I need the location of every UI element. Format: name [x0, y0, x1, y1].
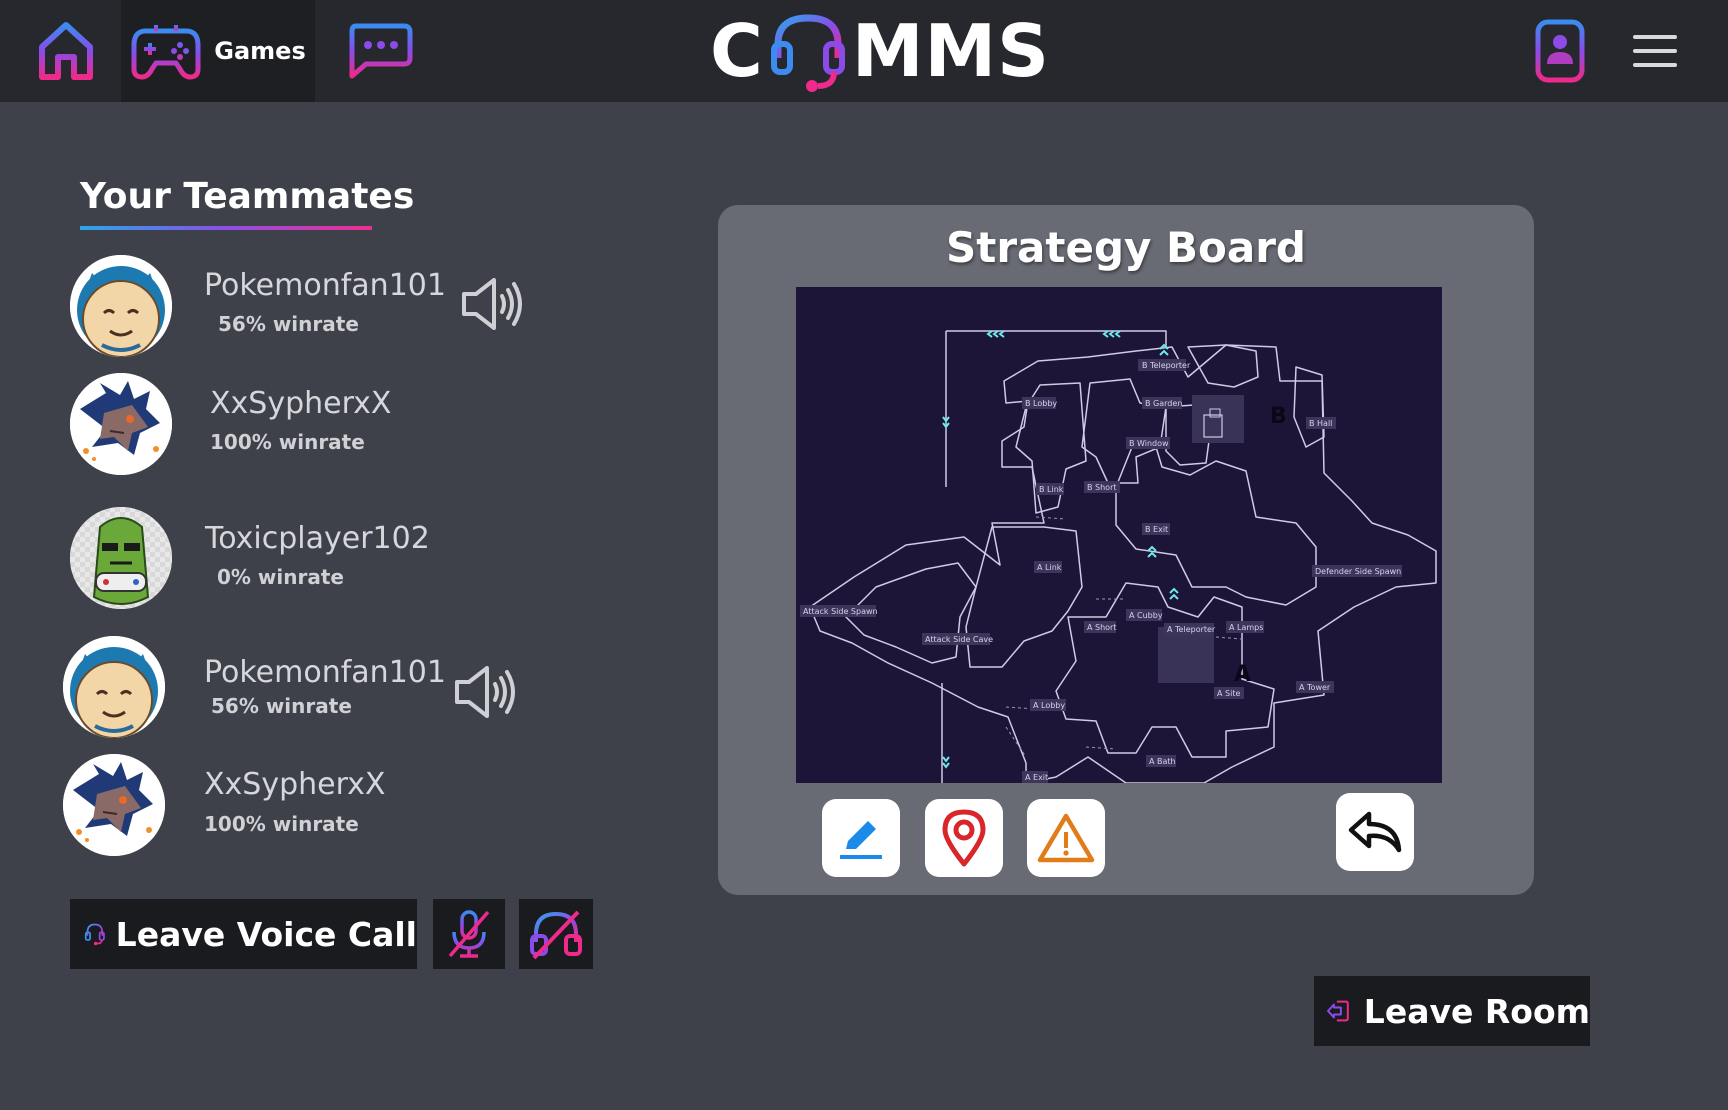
nav-profile-button[interactable] [1525, 0, 1595, 102]
snorlax-avatar[interactable] [70, 255, 172, 357]
chat-icon [349, 23, 413, 79]
teammates-title-underline [80, 226, 372, 230]
map-label: A Tower [1299, 683, 1331, 692]
undo-button[interactable] [1336, 793, 1414, 871]
leave-room-label: Leave Room [1363, 991, 1590, 1031]
logo-text-left: C [710, 9, 764, 93]
map-label: B Hall [1309, 419, 1332, 428]
map-label: B Link [1039, 485, 1064, 494]
headset-icon [84, 923, 105, 946]
map-label: Defender Side Spawn [1315, 567, 1401, 576]
nav-home-button[interactable] [18, 0, 114, 102]
nav-chat-button[interactable] [330, 0, 430, 102]
speaker-icon [462, 278, 522, 330]
headset-logo-icon [764, 6, 852, 96]
teammate-winrate: 0% winrate [217, 565, 344, 589]
map-label: B Window [1129, 439, 1169, 448]
hamburger-menu-icon [1633, 35, 1677, 67]
warning-tool-button[interactable] [1027, 799, 1105, 877]
speaker-icon [455, 666, 515, 718]
warning-icon [1037, 813, 1095, 863]
map-label: Attack Side Cave [925, 635, 993, 644]
map-label: A Cubby [1129, 611, 1163, 620]
teammate-winrate: 100% winrate [204, 812, 359, 836]
nav-menu-button[interactable] [1620, 0, 1690, 102]
map-label: A Teleporter [1167, 625, 1216, 634]
mute-mic-button[interactable] [433, 899, 505, 969]
teammate-name: XxSypherxX [210, 386, 392, 421]
undo-arrow-icon [1348, 811, 1402, 853]
profile-icon [1535, 19, 1585, 83]
map-label: A Lamps [1229, 623, 1263, 632]
top-navbar: Games C MMS [0, 0, 1728, 102]
dragon-avatar[interactable] [63, 754, 165, 856]
map-label: A Bath [1149, 757, 1176, 766]
snorlax-avatar[interactable] [63, 636, 165, 738]
pin-tool-button[interactable] [925, 799, 1003, 877]
site-a-marker: A [1234, 662, 1251, 687]
map-label: Attack Side Spawn [803, 607, 878, 616]
exit-icon [1326, 1000, 1349, 1022]
teammates-title: Your Teammates [80, 176, 415, 217]
comms-logo: C MMS [710, 6, 1050, 96]
strategy-board-title: Strategy Board [946, 223, 1306, 272]
logo-text-right: MMS [851, 9, 1050, 93]
teammate-name: Pokemonfan101 [204, 268, 446, 303]
teammate-name: XxSypherxX [204, 767, 386, 802]
headphones-off-icon [530, 910, 582, 960]
gamepad-icon [131, 25, 201, 80]
nav-games-label: Games [214, 37, 306, 65]
home-icon [39, 22, 93, 80]
dragon-avatar[interactable] [70, 373, 172, 475]
teammate-winrate: 56% winrate [218, 312, 359, 336]
map-label: A Exit [1025, 773, 1048, 782]
leave-voice-call-label: Leave Voice Call [115, 914, 417, 954]
tactical-map[interactable]: B Teleporter B Lobby B Garden B Hall B W… [796, 287, 1442, 783]
pickle-gamer-avatar[interactable] [70, 507, 172, 609]
nav-games-tab[interactable]: Games [121, 0, 315, 102]
map-label: B Garden [1145, 399, 1182, 408]
leave-room-button[interactable]: Leave Room [1314, 976, 1590, 1046]
map-label: A Short [1087, 623, 1116, 632]
map-label: B Short [1087, 483, 1117, 492]
map-pin-icon [942, 809, 986, 867]
leave-voice-call-button[interactable]: Leave Voice Call [70, 899, 417, 969]
teammate-name: Pokemonfan101 [204, 655, 446, 690]
teammate-winrate: 56% winrate [211, 694, 352, 718]
map-label: A Lobby [1033, 701, 1065, 710]
strategy-board-panel: Strategy Board B Teleporter B Lobby B Ga… [718, 205, 1534, 895]
map-label: A Link [1037, 563, 1062, 572]
teammate-name: Toxicplayer102 [205, 521, 430, 556]
map-label: A Site [1217, 689, 1240, 698]
deafen-button[interactable] [519, 899, 593, 969]
site-b-marker: B [1270, 404, 1287, 429]
map-label: B Lobby [1025, 399, 1057, 408]
teammate-winrate: 100% winrate [210, 430, 365, 454]
mic-off-icon [448, 910, 490, 958]
map-label: B Teleporter [1142, 361, 1191, 370]
pencil-icon [840, 821, 882, 859]
map-label: B Exit [1145, 525, 1168, 534]
draw-tool-button[interactable] [822, 799, 900, 877]
